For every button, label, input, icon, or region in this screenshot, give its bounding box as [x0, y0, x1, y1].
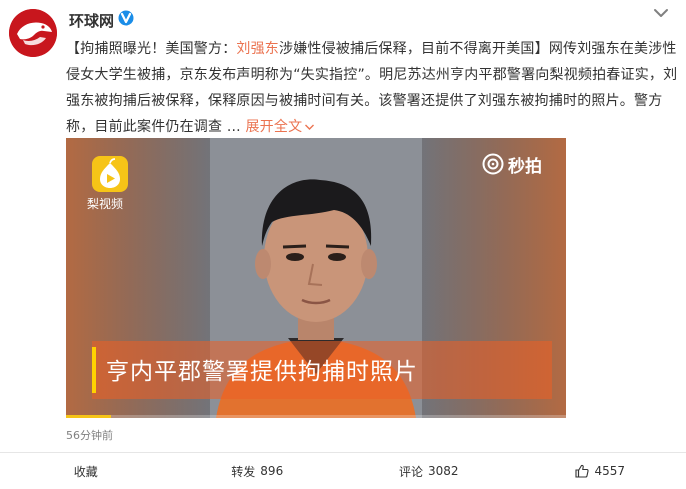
- action-bar: 收藏 转发 896 评论 3082 4557: [0, 453, 686, 489]
- video-caption: 亨内平郡警署提供拘捕时照片: [106, 359, 418, 385]
- repost-button[interactable]: 转发 896: [172, 453, 344, 489]
- weibo-post-card: 环球网 【拘捕照曝光！美国警方：刘强东涉嫌性侵被捕后保释，目前不得离开美国】网传…: [0, 0, 686, 489]
- pear-video-label: 梨视频: [87, 197, 124, 211]
- like-count: 4557: [594, 464, 626, 478]
- pear-video-icon: [92, 156, 128, 192]
- favorite-button[interactable]: 收藏: [0, 453, 172, 489]
- like-icon: [575, 464, 590, 478]
- caption-accent-bar: [92, 347, 96, 393]
- miaopai-icon: [482, 153, 504, 175]
- mention-link[interactable]: 刘强东: [236, 41, 279, 57]
- comment-label: 评论: [398, 464, 423, 479]
- video-progress-bar[interactable]: [66, 415, 566, 418]
- chevron-down-icon[interactable]: [652, 6, 670, 20]
- miaopai-label: 秒拍: [508, 156, 542, 177]
- post-text: 【拘捕照曝光！美国警方：刘强东涉嫌性侵被捕后保释，目前不得离开美国】网传刘强东在…: [66, 36, 678, 140]
- expand-chevron-icon[interactable]: [304, 123, 315, 131]
- video-progress-fill: [66, 415, 111, 418]
- account-name[interactable]: 环球网: [69, 10, 114, 31]
- repost-count: 896: [260, 464, 284, 478]
- repost-label: 转发: [231, 464, 256, 479]
- expand-full-text-link[interactable]: 展开全文: [245, 119, 302, 135]
- video-player[interactable]: 梨视频 秒拍 亨内平郡警署提供拘捕时照片: [66, 138, 566, 418]
- verified-badge-icon: [118, 10, 134, 26]
- like-button[interactable]: 4557: [515, 453, 686, 489]
- miaopai-watermark: 秒拍: [482, 153, 542, 177]
- comment-button[interactable]: 评论 3082: [343, 453, 515, 489]
- comment-count: 3082: [427, 464, 459, 478]
- post-timestamp[interactable]: 56分钟前: [66, 427, 113, 443]
- favorite-label: 收藏: [73, 464, 98, 479]
- post-text-part: 【拘捕照曝光！美国警方：: [66, 41, 237, 57]
- ellipsis: ...: [222, 119, 246, 135]
- logo-avatar[interactable]: [9, 9, 57, 57]
